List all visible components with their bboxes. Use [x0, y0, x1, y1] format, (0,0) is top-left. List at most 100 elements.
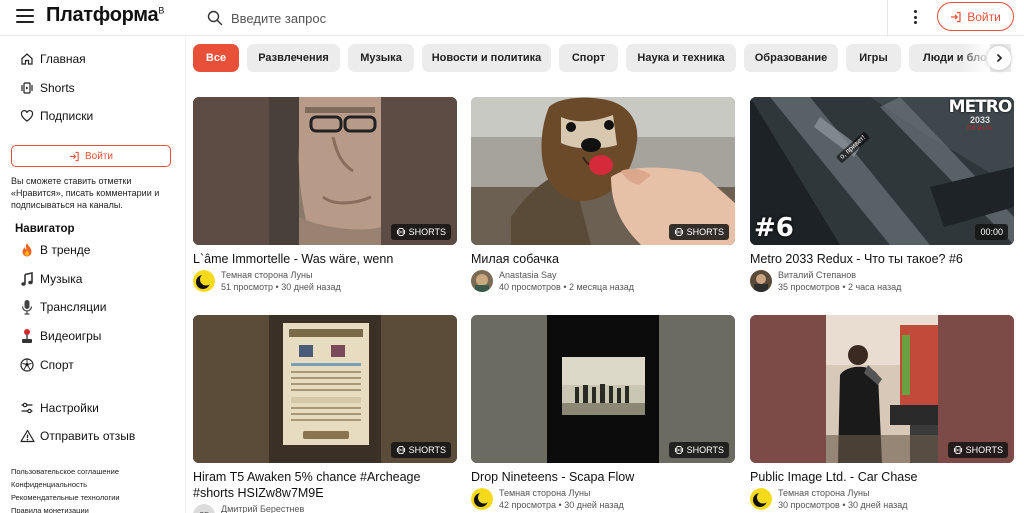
- chip-news-politics[interactable]: Новости и политика: [422, 44, 551, 72]
- video-card[interactable]: SHORTS Public Image Ltd. - Car Chase Тем…: [750, 315, 1014, 511]
- channel-avatar[interactable]: [471, 488, 493, 510]
- footer-link-monetization[interactable]: Правила монетизации: [11, 504, 120, 513]
- video-card[interactable]: SHORTS Милая собачка Anastasia Say 40 пр…: [471, 97, 735, 293]
- soccer-ball-icon: [19, 357, 35, 373]
- sidebar-item-music[interactable]: Музыка: [0, 266, 186, 292]
- chip-music[interactable]: Музыка: [348, 44, 414, 72]
- video-card[interactable]: о, привет! METRO 2033 REDUX #6 00:00 Met…: [750, 97, 1014, 293]
- video-thumbnail[interactable]: SHORTS: [750, 315, 1014, 463]
- joystick-icon: [19, 328, 35, 344]
- video-thumbnail[interactable]: SHORTS: [193, 97, 457, 245]
- video-thumbnail[interactable]: SHORTS: [193, 315, 457, 463]
- video-title[interactable]: Drop Nineteens - Scapa Flow: [471, 469, 735, 485]
- video-title[interactable]: Public Image Ltd. - Car Chase: [750, 469, 1014, 485]
- video-thumbnail[interactable]: о, привет! METRO 2033 REDUX #6 00:00: [750, 97, 1014, 245]
- video-thumbnail[interactable]: SHORTS: [471, 315, 735, 463]
- view-count: 51 просмотр: [221, 282, 274, 292]
- badge-label: SHORTS: [408, 445, 446, 455]
- upload-age: 2 часа назад: [847, 282, 902, 292]
- search-icon[interactable]: [207, 10, 223, 26]
- footer-links: Пользовательское соглашение Конфиденциал…: [11, 465, 120, 513]
- sidebar-item-home[interactable]: Главная: [0, 46, 186, 72]
- sidebar-item-live[interactable]: Трансляции: [0, 294, 186, 320]
- channel-name[interactable]: Дмитрий Берестнев: [221, 504, 304, 513]
- footer-link-terms[interactable]: Пользовательское соглашение: [11, 465, 120, 478]
- chevron-right-icon: [996, 53, 1003, 63]
- sidebar-item-label: Настройки: [40, 401, 99, 415]
- sidebar-login-button[interactable]: Войти: [11, 145, 171, 167]
- login-button-label: Войти: [967, 9, 1001, 24]
- home-icon: [19, 51, 35, 67]
- sidebar-item-feedback[interactable]: Отправить отзыв: [0, 423, 186, 449]
- sidebar-item-subscriptions[interactable]: Подписки: [0, 103, 186, 129]
- microphone-icon: [19, 299, 35, 315]
- search-input[interactable]: [231, 10, 831, 26]
- episode-number: #6: [754, 213, 794, 243]
- chip-entertainment[interactable]: Развлечения: [247, 44, 340, 72]
- sidebar: Главная Shorts Подписки Войти Вы сможете…: [0, 37, 186, 513]
- thumbnail-image: [750, 315, 1014, 463]
- footer-link-recommendations[interactable]: Рекомендательные технологии: [11, 491, 120, 504]
- logo-superscript: В: [158, 5, 165, 16]
- channel-avatar[interactable]: ДБ: [193, 504, 215, 513]
- video-meta: Темная сторона Луны 42 просмотра • 30 дн…: [471, 488, 735, 511]
- video-thumbnail[interactable]: SHORTS: [471, 97, 735, 245]
- shorts-badge: SHORTS: [390, 224, 451, 240]
- sidebar-item-label: В тренде: [40, 243, 91, 257]
- video-card[interactable]: SHORTS L`âme Immortelle - Was wäre, wenn…: [193, 97, 457, 293]
- sidebar-item-settings[interactable]: Настройки: [0, 395, 186, 421]
- chip-all[interactable]: Все: [193, 44, 239, 72]
- upload-age: 2 месяца назад: [568, 282, 634, 292]
- channel-avatar[interactable]: [750, 488, 772, 510]
- sidebar-item-videogames[interactable]: Видеоигры: [0, 323, 186, 349]
- channel-name[interactable]: Темная сторона Луны: [499, 488, 624, 499]
- hamburger-menu-icon[interactable]: [16, 9, 34, 25]
- video-title[interactable]: Hiram T5 Awaken 5% chance #Archeage #sho…: [193, 469, 457, 501]
- shorts-badge: SHORTS: [668, 224, 729, 240]
- chip-games[interactable]: Игры: [846, 44, 901, 72]
- warning-icon: [19, 428, 35, 444]
- badge-label: 00:00: [980, 227, 1003, 237]
- site-logo[interactable]: ПлатформаВ: [46, 4, 164, 27]
- video-title[interactable]: Милая собачка: [471, 251, 735, 267]
- login-button[interactable]: Войти: [937, 2, 1014, 31]
- badge-label: SHORTS: [686, 445, 724, 455]
- badge-label: SHORTS: [408, 227, 446, 237]
- video-card[interactable]: SHORTS Drop Nineteens - Scapa Flow Темна…: [471, 315, 735, 511]
- video-stats: 51 просмотр • 30 дней назад: [221, 282, 341, 292]
- channel-name[interactable]: Темная сторона Луны: [221, 270, 341, 281]
- top-header: ПлатформаВ Войти: [0, 0, 1024, 36]
- video-meta: Темная сторона Луны 30 просмотров • 30 д…: [750, 488, 1014, 511]
- upload-age: 30 дней назад: [281, 282, 341, 292]
- thumbnail-image: [193, 315, 457, 463]
- sidebar-item-trending[interactable]: В тренде: [0, 237, 186, 263]
- channel-name[interactable]: Темная сторона Луны: [778, 488, 908, 499]
- more-options-icon[interactable]: [909, 8, 921, 26]
- shorts-badge: SHORTS: [390, 442, 451, 458]
- channel-avatar[interactable]: [193, 270, 215, 292]
- channel-avatar[interactable]: [471, 270, 493, 292]
- channel-name[interactable]: Виталий Степанов: [778, 270, 901, 281]
- sidebar-item-label: Музыка: [40, 272, 83, 286]
- chip-science-tech[interactable]: Наука и техника: [626, 44, 736, 72]
- login-arrow-icon: [69, 151, 79, 161]
- login-arrow-icon: [951, 11, 961, 22]
- view-count: 30 просмотров: [778, 500, 840, 510]
- video-meta: Anastasia Say 40 просмотров • 2 месяца н…: [471, 270, 735, 293]
- sidebar-item-sport[interactable]: Спорт: [0, 352, 186, 378]
- chips-next-button[interactable]: [987, 46, 1011, 70]
- shorts-icon: [19, 80, 35, 96]
- shorts-icon: [674, 227, 683, 237]
- chip-sport[interactable]: Спорт: [559, 44, 618, 72]
- sidebar-item-shorts[interactable]: Shorts: [0, 75, 186, 101]
- fire-icon: [19, 242, 35, 258]
- channel-avatar[interactable]: [750, 270, 772, 292]
- chip-education[interactable]: Образование: [744, 44, 838, 72]
- footer-link-privacy[interactable]: Конфиденциальность: [11, 478, 120, 491]
- video-title[interactable]: L`âme Immortelle - Was wäre, wenn: [193, 251, 457, 267]
- video-card[interactable]: SHORTS Hiram T5 Awaken 5% chance #Archea…: [193, 315, 457, 513]
- sidebar-item-label: Видеоигры: [40, 329, 102, 343]
- channel-name[interactable]: Anastasia Say: [499, 270, 634, 281]
- video-meta: Виталий Степанов 35 просмотров • 2 часа …: [750, 270, 1014, 293]
- video-title[interactable]: Metro 2033 Redux - Что ты такое? #6: [750, 251, 1014, 267]
